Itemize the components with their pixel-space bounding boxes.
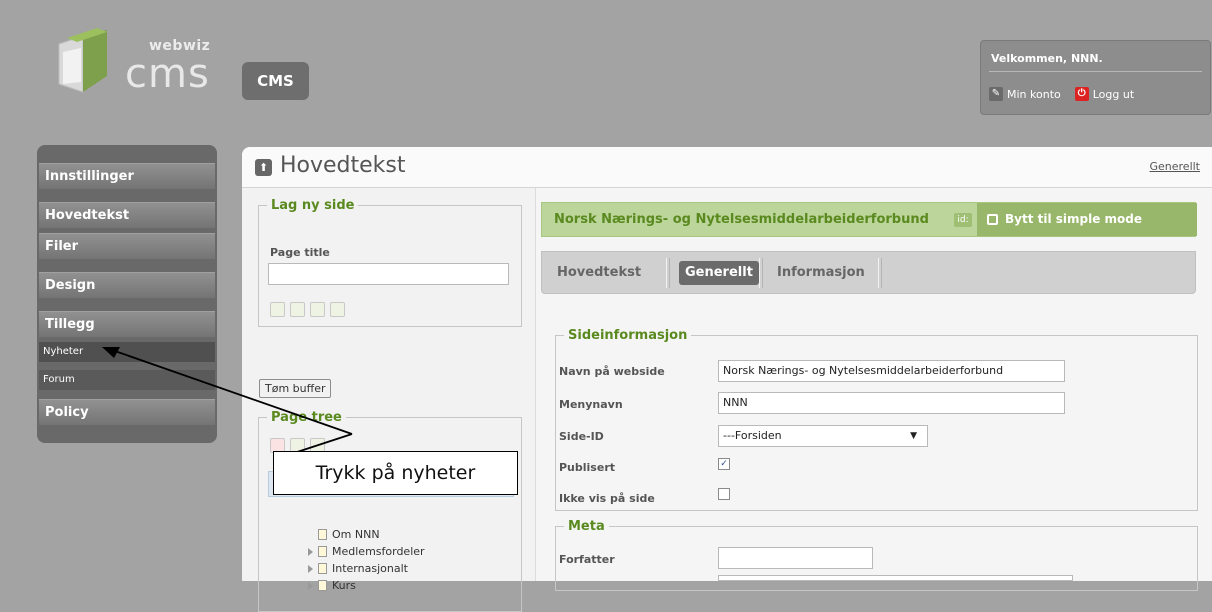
- publisert-label: Publisert: [559, 461, 615, 474]
- page-title-label: Page title: [270, 246, 330, 259]
- forfatter-label: Forfatter: [559, 553, 615, 566]
- page-icon: [318, 563, 327, 574]
- menynavn-input[interactable]: NNN: [718, 392, 1065, 414]
- lag-ny-side-legend: Lag ny side: [271, 198, 355, 213]
- chevron-down-icon: ▼: [910, 431, 917, 441]
- tab-divider: [878, 258, 882, 288]
- page-title-input[interactable]: [268, 263, 509, 285]
- add-page-above-icon[interactable]: [270, 302, 285, 317]
- tab-informasjon[interactable]: Informasjon: [771, 261, 871, 285]
- forfatter-input[interactable]: [718, 547, 873, 569]
- tree-item-om-nnn[interactable]: Om NNN: [318, 528, 380, 541]
- logg-ut-link[interactable]: Logg ut: [1093, 88, 1134, 101]
- tree-item-internasjonalt[interactable]: Internasjonalt: [308, 562, 408, 575]
- page-title: Hovedtekst: [280, 153, 406, 178]
- left-column: Lag ny side Page title Tøm buffer Page t…: [242, 188, 536, 612]
- page-icon: [318, 546, 327, 557]
- divider: [989, 71, 1202, 72]
- sidebar-item-design[interactable]: Design: [39, 272, 215, 298]
- account-links: ✎ Min konto ⏻ Logg ut: [989, 87, 1134, 101]
- page-icon: [318, 529, 327, 540]
- welcome-panel: Velkommen, NNN. ✎ Min konto ⏻ Logg ut: [980, 40, 1211, 115]
- navn-label: Navn på webside: [559, 365, 665, 378]
- power-icon: ⏻: [1074, 87, 1089, 101]
- logo-cube-icon: [58, 28, 107, 93]
- main-panel: ⬆ Hovedtekst Generellt Lag ny side Page …: [242, 147, 1212, 612]
- ikke-vis-checkbox[interactable]: [718, 488, 730, 500]
- bytt-label: Bytt til simple mode: [1005, 212, 1143, 226]
- id-tag: id:: [954, 213, 972, 227]
- expand-icon[interactable]: [308, 547, 313, 556]
- min-konto-link[interactable]: Min konto: [1007, 88, 1061, 101]
- tree-item-label: Medlemsfordeler: [332, 545, 425, 558]
- org-title-bar: Norsk Nærings- og Nytelsesmiddelarbeider…: [541, 202, 1197, 237]
- mode-switch-icon: [987, 214, 998, 225]
- welcome-text: Velkommen, NNN.: [991, 52, 1103, 65]
- add-child-page-icon[interactable]: [330, 302, 345, 317]
- side-id-label: Side-ID: [559, 430, 604, 443]
- publisert-checkbox[interactable]: ✓: [718, 458, 730, 470]
- tree-item-label: Internasjonalt: [332, 562, 408, 575]
- sidebar-item-hovedtekst[interactable]: Hovedtekst: [39, 202, 215, 228]
- meta-legend: Meta: [568, 519, 605, 534]
- tom-buffer-button[interactable]: Tøm buffer: [259, 379, 332, 398]
- add-page-below-icon[interactable]: [290, 302, 305, 317]
- page-tree-legend: Page tree: [271, 410, 342, 425]
- expand-icon[interactable]: [308, 581, 313, 590]
- page-icon: [318, 580, 327, 591]
- navn-input[interactable]: Norsk Nærings- og Nytelsesmiddelarbeider…: [718, 360, 1065, 382]
- up-arrow-icon[interactable]: ⬆: [255, 159, 272, 176]
- tree-item-label: Om NNN: [332, 528, 380, 541]
- generellt-link[interactable]: Generellt: [1149, 160, 1200, 173]
- tab-divider: [759, 258, 763, 288]
- tab-generellt[interactable]: Generellt: [679, 261, 759, 285]
- side-id-select[interactable]: ---Forsiden ▼: [718, 425, 928, 447]
- sidebar-item-tillegg[interactable]: Tillegg: [39, 311, 215, 337]
- callout-box: Trykk på nyheter: [273, 451, 518, 495]
- webwiz-logo: webwiz cms: [45, 18, 215, 108]
- wrench-icon: ✎: [989, 87, 1003, 101]
- bytt-simple-mode-button[interactable]: Bytt til simple mode: [977, 203, 1197, 236]
- menynavn-label: Menynavn: [559, 398, 623, 411]
- sideinformasjon-group: Sideinformasjon: [555, 328, 1198, 511]
- logo-cms-text: cms: [125, 51, 210, 97]
- sidebar-subitem-forum[interactable]: Forum: [39, 370, 215, 390]
- org-title: Norsk Nærings- og Nytelsesmiddelarbeider…: [554, 212, 929, 227]
- sidebar-item-filer[interactable]: Filer: [39, 233, 215, 259]
- ikke-vis-label: Ikke vis på side: [559, 492, 655, 505]
- tree-item-medlemsfordeler[interactable]: Medlemsfordeler: [308, 545, 425, 558]
- main-header: ⬆ Hovedtekst Generellt: [242, 147, 1212, 188]
- side-id-value: ---Forsiden: [723, 429, 782, 442]
- sidebar-subitem-nyheter[interactable]: Nyheter: [39, 342, 215, 362]
- tab-hovedtekst[interactable]: Hovedtekst: [551, 261, 647, 285]
- expand-icon[interactable]: [308, 564, 313, 573]
- sideinformasjon-legend: Sideinformasjon: [568, 328, 688, 343]
- sidebar: Innstillinger Hovedtekst Filer Design Ti…: [37, 145, 217, 443]
- sidebar-item-policy[interactable]: Policy: [39, 399, 215, 425]
- sidebar-item-innstillinger[interactable]: Innstillinger: [39, 163, 215, 189]
- tab-divider: [666, 258, 670, 288]
- tab-bar: Hovedtekst Generellt Informasjon: [541, 251, 1196, 294]
- add-subpage-icon[interactable]: [310, 302, 325, 317]
- cms-badge[interactable]: CMS: [242, 62, 309, 100]
- meta-second-input[interactable]: [718, 575, 1073, 581]
